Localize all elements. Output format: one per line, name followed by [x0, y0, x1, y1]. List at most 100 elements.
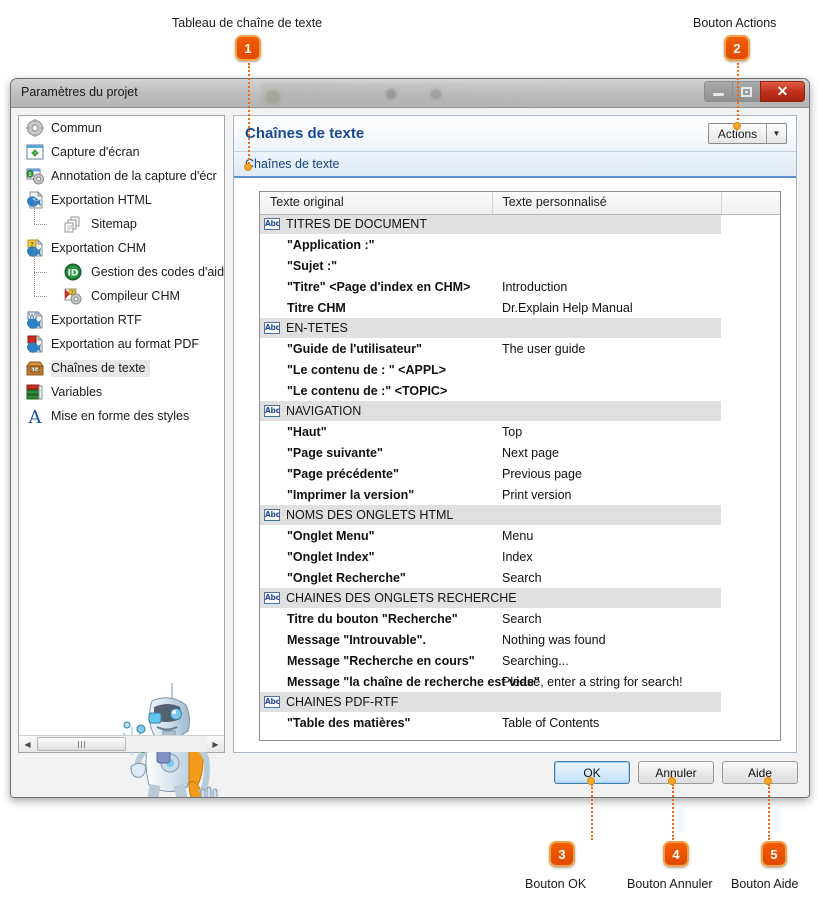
cell-original-text[interactable]: "Le contenu de : " <APPL> [260, 359, 492, 380]
cell-extra[interactable] [721, 567, 780, 588]
scroll-right-arrow-icon[interactable]: ▶ [207, 736, 224, 752]
cell-original-text[interactable]: Message "Recherche en cours" [260, 650, 492, 671]
cell-original-text[interactable]: "Application :" [260, 234, 492, 255]
table-group-row[interactable]: Abc NAVIGATION [260, 401, 780, 421]
table-row[interactable]: "Le contenu de :" <TOPIC> [260, 380, 780, 401]
sidebar-item-sitemap[interactable]: Sitemap [19, 200, 224, 236]
sidebar-item-chaines-de-texte[interactable]: abc Chaînes de texte [19, 356, 224, 380]
cell-extra[interactable] [721, 338, 780, 359]
cell-custom-text[interactable]: Search [492, 608, 721, 629]
table-row[interactable]: "Titre" <Page d'index en CHM> Introductio… [260, 276, 780, 297]
cell-original-text[interactable]: Titre du bouton "Recherche" [260, 608, 492, 629]
sidebar-item-compileur-chm[interactable]: ? Compileur CHM [19, 272, 224, 308]
scrollbar-track[interactable] [127, 736, 207, 752]
cell-extra[interactable] [721, 463, 780, 484]
cell-original-text[interactable]: "Onglet Menu" [260, 525, 492, 546]
table-row[interactable]: "Table des matières" Table of Contents [260, 712, 780, 733]
column-header-original[interactable]: Texte original [260, 192, 493, 215]
cell-extra[interactable] [721, 297, 780, 318]
table-row[interactable]: Message "Recherche en cours" Searching... [260, 650, 780, 671]
cell-custom-text[interactable]: Searching... [492, 650, 721, 671]
minimize-button[interactable] [704, 81, 733, 102]
cell-custom-text[interactable]: Menu [492, 525, 721, 546]
cell-original-text[interactable]: "Guide de l'utilisateur" [260, 338, 492, 359]
text-strings-table-container[interactable]: Texte original Texte personnalisé Abc TIT… [259, 191, 781, 741]
table-group-row[interactable]: Abc CHAINES DES ONGLETS RECHERCHE [260, 588, 780, 608]
cell-extra[interactable] [721, 234, 780, 255]
table-group-row[interactable]: Abc EN-TETES [260, 318, 780, 338]
table-row[interactable]: "Guide de l'utilisateur" The user guide [260, 338, 780, 359]
table-group-row[interactable]: Abc CHAINES PDF-RTF [260, 692, 780, 712]
sidebar-item-gestion-codes-aide[interactable]: ID Gestion des codes d'aide [19, 248, 224, 284]
sidebar-item-exportation-html[interactable]: <> Exportation HTML [19, 188, 224, 212]
table-row[interactable]: "Page suivante" Next page [260, 442, 780, 463]
table-row[interactable]: "Imprimer la version" Print version [260, 484, 780, 505]
cell-custom-text[interactable]: Introduction [492, 276, 721, 297]
cell-custom-text[interactable]: Table of Contents [492, 712, 721, 733]
sidebar-item-variables[interactable]: Variables [19, 380, 224, 404]
cell-custom-text[interactable]: The user guide [492, 338, 721, 359]
table-row[interactable]: Message "Introuvable". Nothing was found [260, 629, 780, 650]
cell-custom-text[interactable]: Previous page [492, 463, 721, 484]
cell-original-text[interactable]: Titre CHM [260, 297, 492, 318]
sidebar-item-capture-ecran[interactable]: Capture d'écran [19, 140, 224, 164]
chevron-down-icon[interactable]: ▼ [767, 124, 786, 143]
sidebar-item-exportation-pdf[interactable]: Exportation au format PDF [19, 332, 224, 356]
cell-extra[interactable] [721, 421, 780, 442]
table-row[interactable]: Message "la chaîne de recherche est vide… [260, 671, 780, 692]
cell-extra[interactable] [721, 442, 780, 463]
tree-horizontal-scrollbar[interactable]: ◀ ▶ [19, 735, 224, 752]
cell-custom-text[interactable] [492, 380, 721, 401]
column-header-custom[interactable]: Texte personnalisé [492, 192, 722, 215]
cell-extra[interactable] [721, 629, 780, 650]
cell-extra[interactable] [721, 650, 780, 671]
cell-original-text[interactable]: "Haut" [260, 421, 492, 442]
cell-extra[interactable] [721, 546, 780, 567]
sidebar-item-exportation-chm[interactable]: ? Exportation CHM [19, 236, 224, 260]
cell-extra[interactable] [721, 255, 780, 276]
cell-original-text[interactable]: "Onglet Index" [260, 546, 492, 567]
cell-original-text[interactable]: "Titre" <Page d'index en CHM> [260, 276, 492, 297]
scrollbar-thumb[interactable] [37, 737, 126, 751]
cell-original-text[interactable]: "Sujet :" [260, 255, 492, 276]
table-row[interactable]: "Onglet Recherche" Search [260, 567, 780, 588]
cell-original-text[interactable]: "Table des matières" [260, 712, 492, 733]
cell-original-text[interactable]: "Imprimer la version" [260, 484, 492, 505]
cell-original-text[interactable]: "Onglet Recherche" [260, 567, 492, 588]
cell-custom-text[interactable]: Please, enter a string for search! [492, 671, 721, 692]
cell-original-text[interactable]: Message "Introuvable". [260, 629, 492, 650]
table-row[interactable]: Titre du bouton "Recherche" Search [260, 608, 780, 629]
cell-original-text[interactable]: "Page précédente" [260, 463, 492, 484]
cell-extra[interactable] [721, 484, 780, 505]
cell-custom-text[interactable]: Index [492, 546, 721, 567]
table-row[interactable]: "Onglet Index" Index [260, 546, 780, 567]
sidebar-item-commun[interactable]: Commun [19, 116, 224, 140]
cell-extra[interactable] [721, 608, 780, 629]
cell-custom-text[interactable]: Dr.Explain Help Manual [492, 297, 721, 318]
cell-custom-text[interactable]: Print version [492, 484, 721, 505]
table-row[interactable]: "Sujet :" [260, 255, 780, 276]
cell-extra[interactable] [721, 525, 780, 546]
table-group-row[interactable]: Abc NOMS DES ONGLETS HTML [260, 505, 780, 525]
cell-extra[interactable] [721, 276, 780, 297]
column-header-extra[interactable] [721, 192, 780, 215]
table-row[interactable]: "Le contenu de : " <APPL> [260, 359, 780, 380]
table-row[interactable]: "Haut" Top [260, 421, 780, 442]
cell-custom-text[interactable]: Nothing was found [492, 629, 721, 650]
table-row[interactable]: Titre CHM Dr.Explain Help Manual [260, 297, 780, 318]
cell-custom-text[interactable] [492, 234, 721, 255]
cell-extra[interactable] [721, 712, 780, 733]
cell-original-text[interactable]: "Page suivante" [260, 442, 492, 463]
cell-custom-text[interactable]: Next page [492, 442, 721, 463]
cell-custom-text[interactable] [492, 359, 721, 380]
table-row[interactable]: "Application :" [260, 234, 780, 255]
sidebar-item-mise-en-forme-styles[interactable]: A Mise en forme des styles [19, 404, 224, 428]
table-group-row[interactable]: Abc TITRES DE DOCUMENT [260, 214, 780, 234]
cell-custom-text[interactable] [492, 255, 721, 276]
cancel-button[interactable]: Annuler [638, 761, 714, 784]
scroll-left-arrow-icon[interactable]: ◀ [19, 736, 36, 752]
cell-extra[interactable] [721, 380, 780, 401]
table-row[interactable]: "Onglet Menu" Menu [260, 525, 780, 546]
cell-custom-text[interactable]: Search [492, 567, 721, 588]
cell-extra[interactable] [721, 671, 780, 692]
